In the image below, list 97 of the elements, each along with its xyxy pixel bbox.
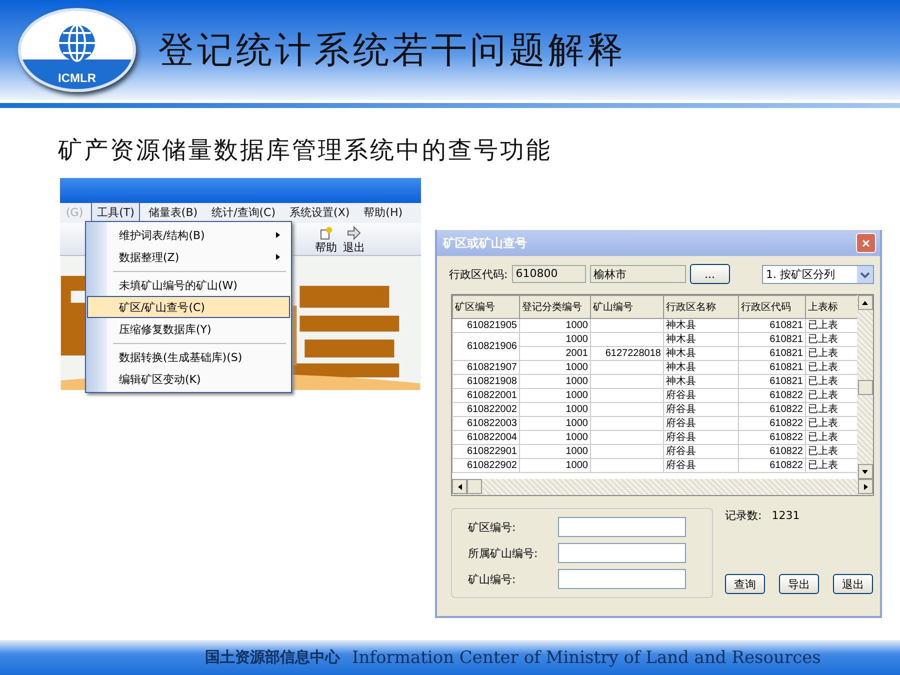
menu-item[interactable]: 帮助(H) xyxy=(358,202,409,224)
menu-item[interactable]: 工具(T) xyxy=(91,202,140,224)
table-cell: 610822902 xyxy=(452,458,520,472)
table-cell: 府谷县 xyxy=(664,458,738,472)
table-cell: 610822 xyxy=(738,402,806,416)
dialog-button[interactable]: 退出 xyxy=(833,574,873,594)
table-cell: 610822 xyxy=(738,444,806,458)
table-cell: 610821 xyxy=(738,332,806,346)
field-label: 矿山编号: xyxy=(467,572,517,586)
menu-item[interactable]: 矿区/矿山查号(C) xyxy=(87,296,290,318)
table-cell: 610822002 xyxy=(452,402,520,416)
table-cell: 610821 xyxy=(738,318,806,332)
table-cell: 610821907 xyxy=(452,360,520,374)
field-label: 行政区代码: xyxy=(449,266,508,282)
table-cell: 610822004 xyxy=(452,430,520,444)
toolbar-button[interactable]: 退出 xyxy=(343,226,365,255)
table-cell: 2001 xyxy=(520,346,590,360)
table-cell: 610821908 xyxy=(452,374,520,388)
up-arrow-icon xyxy=(862,300,868,306)
footer-chinese: 国土资源部信息中心 xyxy=(205,648,340,667)
table-cell: 610822 xyxy=(738,430,806,444)
table-cell: 神木县 xyxy=(664,346,738,360)
globe-icon xyxy=(57,23,97,63)
table-cell: 1000 xyxy=(520,402,590,416)
table-cell: 1000 xyxy=(520,318,590,332)
table-cell: 神木县 xyxy=(664,374,738,388)
table-cell: 610821906 xyxy=(452,332,520,360)
slide-title: 登记统计系统若干问题解释 xyxy=(158,28,626,72)
region-name-field[interactable]: 榆林市 xyxy=(590,265,686,283)
footer-english: Information Center of Ministry of Land and Resources xyxy=(352,648,821,668)
input-field[interactable] xyxy=(558,517,686,537)
sort-dropdown[interactable]: 1. 按矿区分列 xyxy=(762,264,874,284)
dialog-button[interactable]: 导出 xyxy=(779,574,819,594)
table-cell: 610822001 xyxy=(452,388,520,402)
field-label: 矿区编号: xyxy=(467,520,517,534)
table-cell: 1000 xyxy=(520,416,590,430)
toolbar-button[interactable]: 帮助 xyxy=(315,226,337,255)
menu-item[interactable]: 压缩修复数据库(Y) xyxy=(87,318,290,340)
table-cell: 610822 xyxy=(738,388,806,402)
table-cell: 610821 xyxy=(738,346,806,360)
table-cell: 610822 xyxy=(738,458,806,472)
table-cell: 1000 xyxy=(520,332,590,346)
vertical-scrollbar[interactable] xyxy=(857,295,873,479)
scroll-thumb[interactable] xyxy=(467,479,482,494)
browse-button[interactable]: ... xyxy=(690,264,730,284)
menu-item[interactable]: 储量表(B) xyxy=(142,202,204,224)
logo-text: ICMLR xyxy=(58,71,96,85)
table-cell: 府谷县 xyxy=(664,444,738,458)
table-cell: 610821 xyxy=(738,360,806,374)
table-cell: 1000 xyxy=(520,360,590,374)
right-arrow-icon xyxy=(275,232,281,238)
close-button[interactable]: × xyxy=(856,233,876,253)
table-cell: 神木县 xyxy=(664,332,738,346)
record-count-label: 记录数: xyxy=(725,508,762,523)
table-cell: 神木县 xyxy=(664,360,738,374)
menu-item[interactable]: 统计/查询(C) xyxy=(206,202,282,224)
table-cell: 府谷县 xyxy=(664,416,738,430)
table-cell: 府谷县 xyxy=(664,388,738,402)
down-arrow-icon xyxy=(862,468,868,474)
left-arrow-icon xyxy=(456,484,462,490)
table-cell: 府谷县 xyxy=(664,402,738,416)
column-header[interactable]: 矿山编号 xyxy=(590,296,664,318)
record-count: 1231 xyxy=(772,509,800,522)
column-header[interactable]: 登记分类编号 xyxy=(520,296,590,318)
table-cell: 府谷县 xyxy=(664,430,738,444)
table-cell: 1000 xyxy=(520,444,590,458)
dialog-title: 矿区或矿山查号 xyxy=(443,234,527,252)
menu-item[interactable]: 数据整理(Z) xyxy=(87,246,290,268)
right-arrow-icon xyxy=(862,484,868,490)
column-header[interactable]: 行政区代码 xyxy=(738,296,806,318)
horizontal-scrollbar[interactable] xyxy=(452,479,873,495)
table-cell: 1000 xyxy=(520,388,590,402)
table-cell: 610822003 xyxy=(452,416,520,430)
table-cell: 1000 xyxy=(520,458,590,472)
table-cell: 610822901 xyxy=(452,444,520,458)
column-header[interactable]: 行政区名称 xyxy=(664,296,738,318)
table-cell: 6127228018 xyxy=(590,346,664,360)
right-arrow-icon xyxy=(275,254,281,260)
table-cell: 1000 xyxy=(520,374,590,388)
input-field[interactable] xyxy=(558,569,686,589)
table-cell: 610821905 xyxy=(452,318,520,332)
slide-subtitle: 矿产资源储量数据库管理系统中的查号功能 xyxy=(58,135,553,166)
table-cell: 610822 xyxy=(738,416,806,430)
dialog-button[interactable]: 查询 xyxy=(725,574,765,594)
menu-item[interactable]: 维护词表/结构(B) xyxy=(87,224,290,246)
input-field[interactable] xyxy=(558,543,686,563)
region-code-field[interactable]: 610800 xyxy=(512,265,586,283)
field-label: 所属矿山编号: xyxy=(467,546,539,560)
table-cell: 1000 xyxy=(520,430,590,444)
column-header[interactable]: 矿区编号 xyxy=(452,296,520,318)
column-header[interactable]: 上表标 xyxy=(806,296,857,318)
table-cell: 610821 xyxy=(738,374,806,388)
menu-item[interactable]: 系统设置(X) xyxy=(284,202,356,224)
scroll-thumb[interactable] xyxy=(858,380,872,394)
arrow-icon xyxy=(347,226,361,240)
menu-item[interactable]: 编辑矿区变动(K) xyxy=(87,368,290,390)
table-cell: 神木县 xyxy=(664,318,738,332)
